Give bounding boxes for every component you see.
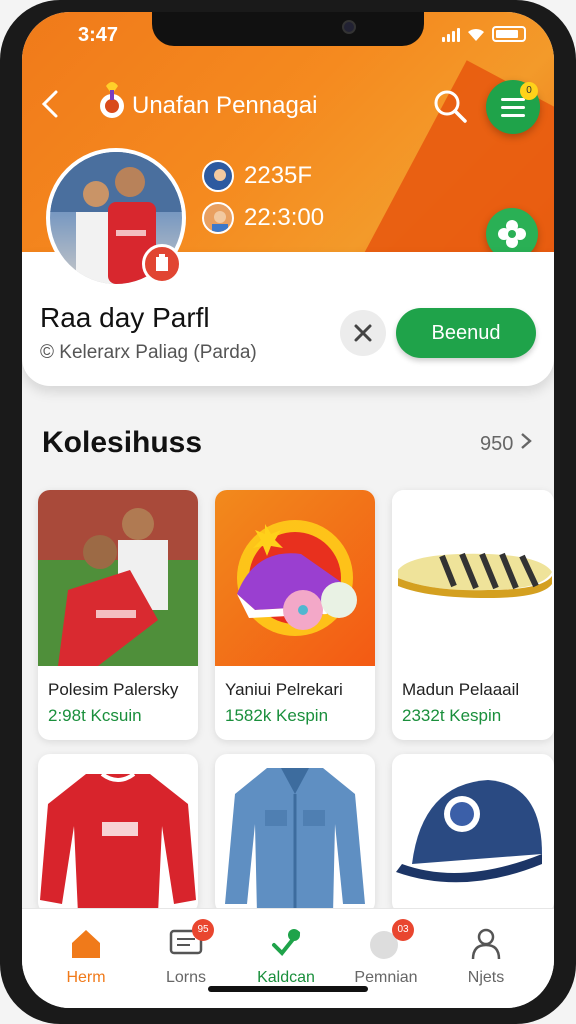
section-title: Kolesihuss [42, 426, 203, 459]
product-image [225, 768, 365, 914]
product-image [215, 490, 375, 666]
product-card[interactable]: Madun Pelaaail 2332t Kespin [392, 490, 554, 740]
product-title: Madun Pelaaail [402, 680, 520, 699]
product-card[interactable] [392, 754, 554, 914]
home-indicator[interactable] [208, 986, 368, 992]
menu-badge: 0 [520, 82, 538, 100]
page-title: Unafan Pennagai [132, 92, 318, 119]
nav-label: Pemnian [354, 969, 418, 986]
menu-button[interactable]: 0 [486, 80, 540, 134]
close-icon [354, 324, 372, 342]
monitor-icon: 95 [168, 919, 214, 961]
profile-subtitle: © Kelerarx Paliag (Parda) [40, 342, 257, 363]
product-image [40, 772, 196, 914]
product-title: Yaniui Pelrekari [225, 680, 343, 699]
battery-icon [492, 26, 526, 42]
nav-item-kaldcan[interactable]: Kaldcan [240, 925, 332, 995]
front-camera [342, 20, 356, 34]
stat-followers: 2235F [202, 160, 312, 192]
chevron-right-icon [521, 433, 532, 449]
wifi-icon [466, 26, 486, 42]
stat-time: 22:3:00 [202, 202, 324, 234]
product-card[interactable]: Yaniui Pelrekari 1582k Kespin [215, 490, 375, 740]
nav-badge: 95 [192, 919, 214, 941]
follow-button[interactable]: Beenud [396, 308, 536, 358]
search-button[interactable] [432, 88, 468, 124]
stat-avatar-icon [202, 160, 234, 192]
product-card[interactable] [38, 754, 198, 914]
product-title: Polesim Palersky [48, 680, 179, 699]
product-price: 2332t Kespin [402, 706, 502, 725]
ball-icon: 03 [368, 919, 414, 961]
back-button[interactable] [36, 88, 68, 120]
stat-value: 22:3:00 [244, 204, 325, 231]
product-price: 1582k Kespin [225, 706, 329, 725]
nav-item-pemnian[interactable]: 03 Pemnian [340, 919, 432, 995]
product-price: 2:98t Kcsuin [48, 706, 142, 725]
notch [152, 12, 424, 46]
avatar-badge-icon [142, 244, 182, 284]
home-icon [68, 925, 104, 961]
nav-badge: 03 [392, 919, 414, 941]
nav-label: Kaldcan [257, 969, 315, 986]
product-image [396, 780, 542, 883]
nav-item-home[interactable]: Herm [40, 925, 132, 995]
profile-name: Raa day Parfl [40, 302, 210, 333]
stat-avatar-icon [202, 202, 234, 234]
app-logo-icon [96, 78, 128, 122]
bottom-nav: Herm 95 Lorns Kaldcan 03 Pemnian Njets [22, 908, 554, 1008]
top-bar: Unafan Pennagai 0 [22, 72, 554, 134]
section-count: 950 [480, 433, 514, 455]
product-image [38, 490, 198, 666]
search-icon [434, 90, 467, 123]
nav-label: Njets [467, 969, 505, 986]
nav-item-njets[interactable]: Njets [440, 925, 532, 995]
product-card[interactable]: Polesim Palersky 2:98t Kcsuin [38, 490, 198, 740]
user-icon [468, 925, 504, 961]
close-button[interactable] [340, 310, 386, 356]
status-icons [442, 26, 526, 42]
wrench-icon [268, 925, 304, 961]
nav-label: Herm [66, 969, 106, 986]
signal-icon [442, 28, 460, 42]
app-screen: 3:47 Unafan Pennagai 0 2235F 22:3:00 Raa… [22, 12, 554, 1008]
product-image [392, 490, 552, 666]
nav-item-lorns[interactable]: 95 Lorns [140, 919, 232, 995]
section-see-all[interactable]: 950 [480, 432, 533, 456]
status-time: 3:47 [78, 24, 119, 46]
stat-value: 2235F [244, 162, 313, 189]
nav-label: Lorns [165, 969, 207, 986]
product-card[interactable] [215, 754, 375, 914]
phone-frame: 3:47 Unafan Pennagai 0 2235F 22:3:00 Raa… [0, 0, 576, 1024]
